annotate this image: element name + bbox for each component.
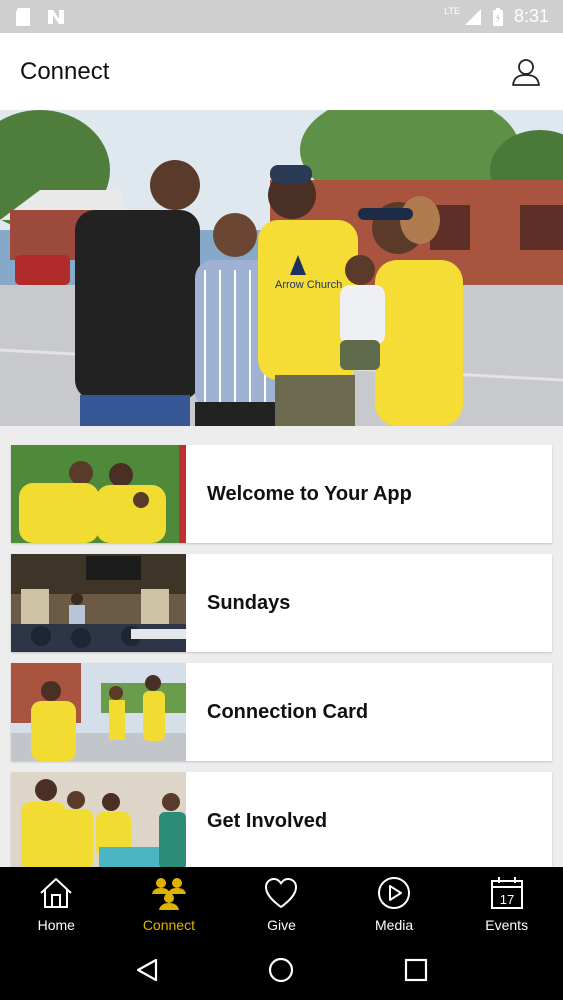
app-header: Connect [0,33,563,110]
tab-label: Media [375,916,414,933]
heart-icon [265,877,298,908]
home-circle-icon [269,957,294,983]
list-item-welcome[interactable]: Welcome to Your App [11,445,552,543]
bottom-tab-bar: Home Connect Give Media 17 Events [0,867,563,940]
user-icon [512,58,540,86]
list-item-sundays[interactable]: Sundays [11,554,552,652]
recents-icon [404,958,427,982]
content-list: Welcome to Your App Sundays Connection C… [11,445,552,881]
tab-label: Give [267,916,296,933]
sd-card-icon [16,7,30,26]
home-icon [40,877,72,908]
hero-photo: Arrow Church [0,110,563,426]
sundays-thumbnail [11,554,186,652]
connect-icon [151,877,186,910]
home-nav-button[interactable] [264,953,298,987]
get-involved-thumbnail [11,772,186,870]
tab-media[interactable]: Media [338,867,451,940]
list-item-get-involved[interactable]: Get Involved [11,772,552,870]
connection-card-thumbnail [11,663,186,761]
status-bar: LTE 8:31 [0,0,563,33]
tab-label: Home [37,916,75,933]
list-item-connection-card[interactable]: Connection Card [11,663,552,761]
calendar-icon: 17 [490,876,523,909]
recents-button[interactable] [399,953,433,987]
clock: 8:31 [513,6,549,26]
list-item-label: Connection Card [207,700,369,723]
network-type: LTE [444,5,460,16]
system-nav-bar [0,940,563,1000]
tab-events[interactable]: 17 Events [450,867,563,940]
profile-button[interactable] [509,55,543,89]
notification-n-icon [48,9,64,24]
tab-connect[interactable]: Connect [113,867,226,940]
tab-home[interactable]: Home [0,867,113,940]
list-item-label: Sundays [207,591,291,614]
tab-label: Connect [142,916,195,933]
tab-label: Events [485,916,529,933]
calendar-date: 17 [499,892,513,907]
list-item-label: Get Involved [207,809,328,832]
page-title: Connect [20,57,110,85]
back-button[interactable] [130,953,164,987]
play-icon [378,876,411,909]
signal-icon [464,8,481,25]
back-icon [137,958,158,982]
hero-shirt-text: Arrow Church [275,279,342,291]
tab-give[interactable]: Give [225,867,338,940]
battery-icon [492,7,503,26]
hero-image: Arrow Church [0,110,563,426]
welcome-thumbnail [11,445,186,543]
list-item-label: Welcome to Your App [207,482,412,505]
